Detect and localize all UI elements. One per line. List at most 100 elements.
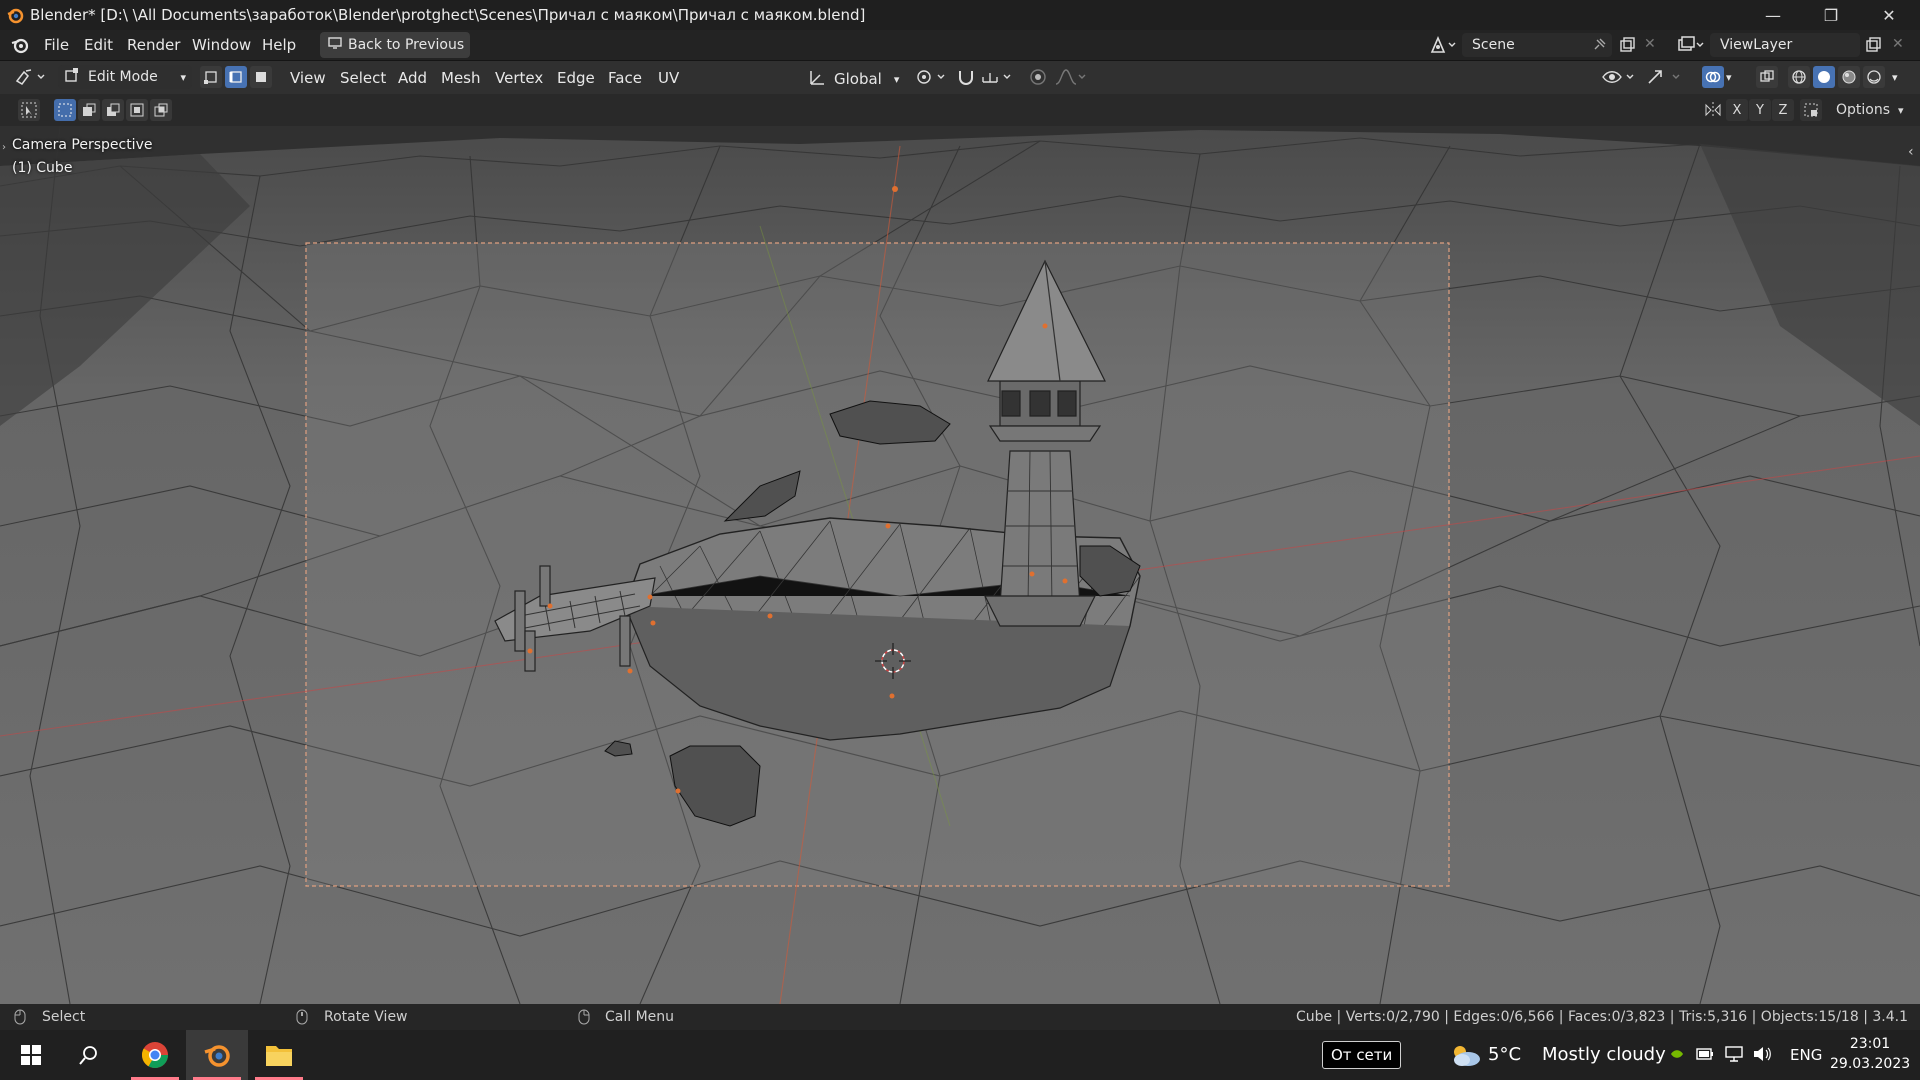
new-scene-icon[interactable] (1618, 36, 1636, 58)
title-bar: Blender* [D:\ \All Documents\заработок\B… (0, 0, 1920, 30)
scene-browse-icon[interactable] (1428, 34, 1458, 60)
mirror-y-button[interactable]: Y (1749, 99, 1771, 121)
select-intersect-mode-button[interactable] (150, 99, 172, 121)
proportional-editing-icon[interactable] (1028, 67, 1048, 91)
clock[interactable]: 23:01 29.03.2023 (1830, 1034, 1910, 1074)
language-indicator[interactable]: ENG (1790, 1046, 1822, 1064)
visibility-icon[interactable] (1600, 67, 1638, 91)
blender-logo-icon (0, 0, 30, 30)
gizmo-icon[interactable] (1645, 67, 1685, 91)
header-menu-mesh[interactable]: Mesh (441, 69, 481, 87)
status-select-hint: Select (42, 1009, 86, 1025)
header-menu-add[interactable]: Add (398, 69, 427, 87)
mouse-left-icon (14, 1009, 26, 1029)
pivot-point-icon[interactable] (914, 67, 948, 91)
select-subtract-mode-button[interactable] (102, 99, 124, 121)
menu-bar: File Edit Render Window Help Back to Pre… (0, 30, 1920, 61)
delete-viewlayer-icon[interactable]: ✕ (1892, 36, 1904, 52)
menu-edit[interactable]: Edit (84, 36, 113, 54)
viewlayer-browse-icon[interactable] (1676, 34, 1706, 60)
close-button[interactable]: ✕ (1860, 0, 1918, 30)
tool-settings-row: X Y Z Options ▾ (0, 94, 1920, 126)
snap-target-icon[interactable] (980, 67, 1014, 91)
mirror-icon[interactable] (1704, 101, 1722, 123)
mouse-middle-icon (296, 1009, 308, 1029)
header-menu-select[interactable]: Select (340, 69, 386, 87)
chrome-icon[interactable] (124, 1030, 186, 1080)
back-to-previous-label: Back to Previous (348, 37, 465, 53)
header-menu-vertex[interactable]: Vertex (495, 69, 543, 87)
file-explorer-icon[interactable] (248, 1030, 310, 1080)
windows-start-icon[interactable] (0, 1030, 62, 1080)
mirror-x-button[interactable]: X (1726, 99, 1748, 121)
back-to-previous-button[interactable]: Back to Previous (320, 32, 470, 58)
viewport-header: Edit Mode ▾ View Select Add Mesh Vertex … (0, 61, 1920, 94)
vertex-select-mode-button[interactable] (200, 66, 222, 88)
3d-viewport[interactable]: Camera Perspective (1) Cube › ‹ (0, 126, 1920, 1004)
weather-description[interactable]: Mostly cloudy (1542, 1044, 1666, 1065)
material-preview-button[interactable] (1838, 66, 1860, 88)
minimize-button[interactable]: — (1744, 0, 1802, 30)
chevron-down-icon[interactable]: ▾ (1726, 71, 1732, 84)
new-viewlayer-icon[interactable] (1864, 36, 1882, 58)
mesh-symmetry-icon[interactable] (1800, 99, 1822, 121)
snap-icon[interactable] (955, 67, 977, 91)
status-callmenu-hint: Call Menu (605, 1009, 675, 1025)
wireframe-shading-button[interactable] (1788, 66, 1810, 88)
header-menu-view[interactable]: View (290, 69, 326, 87)
mirror-z-button[interactable]: Z (1772, 99, 1794, 121)
weather-temperature[interactable]: 5°C (1488, 1044, 1521, 1065)
blender-taskbar-icon[interactable] (186, 1030, 248, 1080)
orientation-label: Global (834, 70, 882, 88)
solid-shading-button[interactable] (1813, 66, 1835, 88)
search-icon[interactable] (58, 1030, 120, 1080)
scene-statistics: Cube | Verts:0/2,790 | Edges:0/6,566 | F… (1295, 1009, 1908, 1025)
select-tool-icon[interactable] (18, 99, 40, 121)
menu-file[interactable]: File (44, 36, 69, 54)
windows-taskbar: От сети 5°C Mostly cloudy ENG 23:01 29.0… (0, 1030, 1920, 1080)
network-icon[interactable] (1724, 1046, 1744, 1066)
menu-help[interactable]: Help (262, 36, 296, 54)
pin-icon[interactable] (1592, 38, 1606, 56)
falloff-icon[interactable] (1054, 67, 1088, 91)
nvidia-tray-icon[interactable] (1670, 1048, 1684, 1064)
select-extend-mode-button[interactable] (78, 99, 100, 121)
chevron-down-icon[interactable]: ▾ (1892, 71, 1898, 84)
overlays-button[interactable] (1702, 66, 1724, 88)
edit-mode-icon (64, 67, 80, 87)
volume-icon[interactable] (1752, 1046, 1772, 1066)
select-invert-mode-button[interactable] (126, 99, 148, 121)
mode-label: Edit Mode (88, 69, 158, 85)
scene-render[interactable] (0, 126, 1920, 1004)
scene-name-field[interactable]: Scene (1462, 33, 1612, 57)
menu-window[interactable]: Window (192, 36, 251, 54)
viewlayer-name-label: ViewLayer (1720, 37, 1793, 53)
xray-toggle-button[interactable] (1756, 66, 1778, 88)
weather-cloudy-icon[interactable] (1448, 1042, 1482, 1072)
blender-menu-icon[interactable] (10, 36, 30, 58)
select-new-mode-button[interactable] (54, 99, 76, 121)
edge-select-mode-button[interactable] (225, 66, 247, 88)
sidebar-toggle-icon[interactable]: ‹ (1908, 144, 1914, 160)
header-menu-uv[interactable]: UV (658, 69, 679, 87)
transform-orientation-dropdown[interactable]: Global ▾ (806, 66, 899, 92)
network-status-badge[interactable]: От сети (1322, 1041, 1402, 1069)
rendered-shading-button[interactable] (1863, 66, 1885, 88)
mode-dropdown[interactable]: Edit Mode ▾ (58, 65, 192, 89)
options-dropdown[interactable]: Options ▾ (1836, 102, 1904, 118)
header-menu-face[interactable]: Face (608, 69, 642, 87)
viewport-object-label: (1) Cube (12, 160, 73, 176)
clock-date: 29.03.2023 (1830, 1056, 1911, 1072)
delete-scene-icon[interactable]: ✕ (1644, 36, 1656, 52)
face-select-mode-button[interactable] (250, 66, 272, 88)
chevron-right-icon[interactable]: › (2, 142, 6, 153)
orientation-icon (806, 66, 828, 92)
editor-type-icon[interactable] (14, 67, 48, 91)
menu-render[interactable]: Render (127, 36, 180, 54)
header-menu-edge[interactable]: Edge (557, 69, 595, 87)
battery-icon[interactable] (1696, 1047, 1714, 1065)
viewlayer-name-field[interactable]: ViewLayer (1710, 33, 1860, 57)
status-bar: Select Rotate View Call Menu Cube | Vert… (0, 1004, 1920, 1030)
mouse-right-icon (578, 1009, 590, 1029)
restore-button[interactable]: ❐ (1802, 0, 1860, 30)
